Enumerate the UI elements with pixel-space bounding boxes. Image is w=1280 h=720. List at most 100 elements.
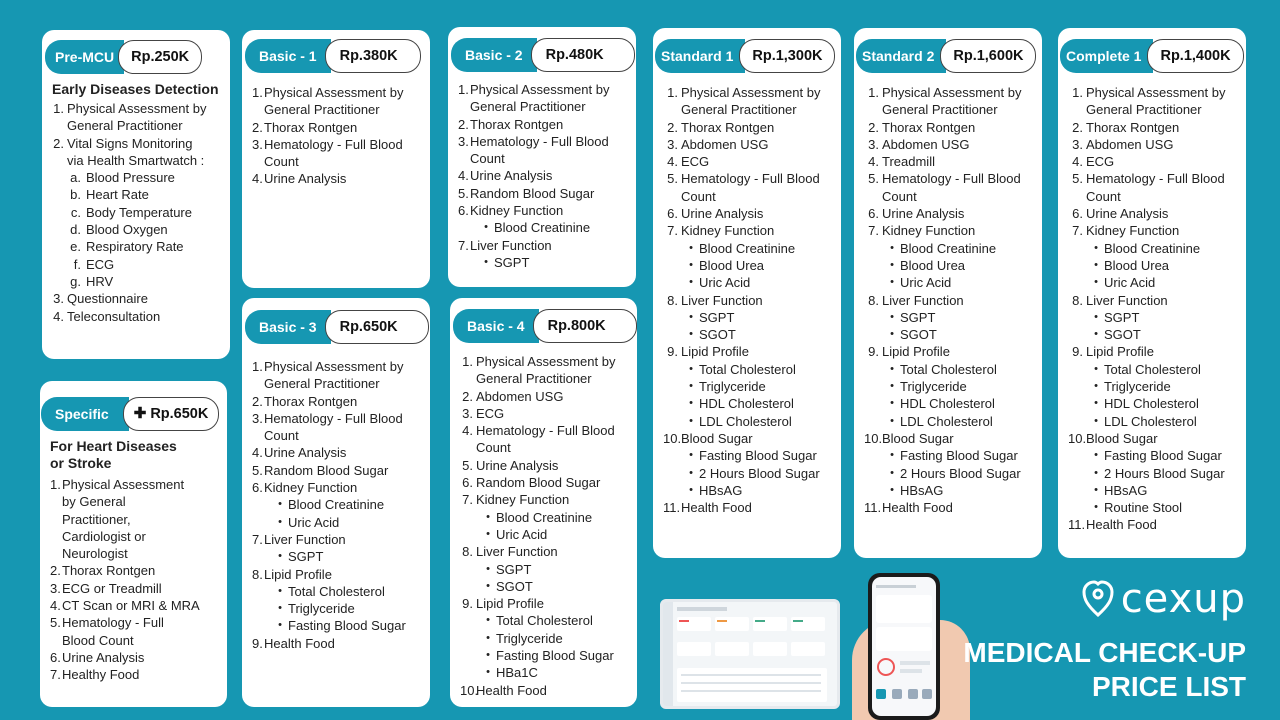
item-text: General Practitioner <box>264 376 380 392</box>
list-item: 4. ECG <box>663 153 835 170</box>
basic-4-header: Basic - 4 Rp.800K <box>453 309 637 343</box>
item-text: Blood Sugar <box>681 430 753 446</box>
list-item: General Practitioner <box>1068 101 1240 118</box>
item-number: 3. <box>868 136 879 152</box>
list-item: 2. Thorax Rontgen <box>864 119 1036 136</box>
item-text: 2 Hours Blood Sugar <box>1104 465 1225 481</box>
card-standard-1: Standard 1 Rp.1,300K 1. Physical Assessme… <box>653 28 841 558</box>
item-text: LDL Cholesterol <box>1104 413 1197 429</box>
bullet: • <box>689 276 693 289</box>
item-text: Total Cholesterol <box>900 361 997 377</box>
item-text: Abdomen USG <box>476 388 564 404</box>
item-text: Blood Creatinine <box>900 240 997 256</box>
sub-list-item: • Blood Creatinine <box>1068 240 1240 257</box>
list-item: 4. Urine Analysis <box>252 444 424 461</box>
item-number: 7. <box>667 223 678 239</box>
item-text: Blood Oxygen <box>86 222 168 238</box>
item-number: 3. <box>50 580 61 596</box>
list-item: 7. Kidney Function <box>864 222 1036 239</box>
item-number <box>252 427 264 444</box>
item-text: Uric Acid <box>699 275 751 291</box>
item-text: Hematology - Full Blood <box>264 410 403 426</box>
item-number: 3. <box>53 291 64 307</box>
item-number: 3. <box>252 136 263 152</box>
sub-list-item: • Fasting Blood Sugar <box>460 647 631 664</box>
item-text: SGOT <box>900 327 937 343</box>
bullet: • <box>689 449 693 462</box>
item-text: 2 Hours Blood Sugar <box>900 465 1021 481</box>
item-text: Hematology - Full <box>62 615 164 631</box>
item-text: Kidney Function <box>882 223 976 239</box>
sub-list-item: • HDL Cholesterol <box>864 395 1036 412</box>
item-number: 8. <box>1072 292 1083 308</box>
list-item: 3. Hematology - Full Blood <box>252 410 424 427</box>
item-number <box>663 188 681 205</box>
standard-1-price: Rp.1,300K <box>739 39 836 73</box>
list-item: 2. Thorax Rontgen <box>1068 119 1240 136</box>
basic-2-price: Rp.480K <box>530 38 635 72</box>
item-number: 3. <box>252 410 263 426</box>
sub-list-item: • SGPT <box>458 254 630 271</box>
bullet: • <box>890 397 894 410</box>
item-text: Blood Creatinine <box>496 509 593 525</box>
sub-list-item: • Blood Creatinine <box>458 219 630 236</box>
item-number: 9. <box>252 635 263 651</box>
bullet: • <box>486 562 490 575</box>
sub-list-item: • 2 Hours Blood Sugar <box>663 465 835 482</box>
sub-list-item: • Total Cholesterol <box>663 361 835 378</box>
basic-1-tag: Basic - 1 <box>245 39 331 73</box>
item-text: Liver Function <box>882 292 964 308</box>
item-number: 9. <box>462 596 473 612</box>
item-number <box>252 375 264 392</box>
item-number: b. <box>70 187 81 203</box>
bullet: • <box>278 550 282 563</box>
item-text: Physical Assessment by <box>470 82 610 97</box>
item-number <box>50 493 62 510</box>
basic-4-price: Rp.800K <box>532 309 637 343</box>
item-number: 5. <box>868 171 879 187</box>
item-text: Count <box>882 188 917 204</box>
basic-2-tag: Basic - 2 <box>451 38 537 72</box>
list-item: 3. Abdomen USG <box>663 136 835 153</box>
specific-body: For Heart Diseases or Stroke 1. Physical … <box>50 438 221 684</box>
item-text: Physical Assessment by <box>264 85 404 100</box>
list-item: 1. Physical Assessment by <box>458 81 630 98</box>
bullet: • <box>890 362 894 375</box>
item-number: f. <box>73 256 81 272</box>
laptop-mockup-image <box>660 599 840 709</box>
bullet: • <box>486 649 490 662</box>
item-text: SGPT <box>1104 309 1140 325</box>
list-item: 2. Thorax Rontgen <box>458 116 630 133</box>
sub-list-item: • SGOT <box>663 326 835 343</box>
sub-list-item: • SGOT <box>460 578 631 595</box>
item-text: Thorax Rontgen <box>681 119 775 135</box>
item-number: 6. <box>868 206 879 222</box>
phone-mockup-image <box>868 573 940 720</box>
item-number: 4. <box>667 154 678 170</box>
item-text: Triglyceride <box>288 601 355 617</box>
sub-list-item: • SGOT <box>864 326 1036 343</box>
item-text: HBsAG <box>699 482 743 498</box>
specific-header: Specific ✚ Rp.650K <box>41 397 220 431</box>
item-number: 3. <box>1072 136 1083 152</box>
item-text: Treadmill <box>882 154 935 170</box>
list-item: 1. Physical Assessment by <box>252 84 424 101</box>
item-number: 7. <box>462 492 473 508</box>
item-text: Kidney Function <box>264 480 358 496</box>
item-text: Abdomen USG <box>882 136 970 152</box>
list-item: 5. Random Blood Sugar <box>458 185 630 202</box>
list-item: 3. ECG or Treadmill <box>50 580 221 597</box>
item-number: 4. <box>458 168 469 184</box>
item-number <box>252 101 264 118</box>
bullet: • <box>689 241 693 254</box>
item-text: Blood Pressure <box>86 170 175 186</box>
list-item: 1. Physical Assessment by <box>52 100 224 117</box>
item-text: Cardiologist or <box>62 528 146 544</box>
item-text: Physical Assessment by <box>882 85 1022 100</box>
list-item: c. Body Temperature <box>52 204 224 221</box>
item-text: Lipid Profile <box>1086 344 1154 360</box>
sub-list-item: • Routine Stool <box>1068 499 1240 516</box>
item-text: Uric Acid <box>900 275 952 291</box>
list-item: 4. Hematology - Full Blood <box>460 422 631 439</box>
card-basic-3: Basic - 3 Rp.650K 1. Physical Assessment … <box>242 298 430 707</box>
